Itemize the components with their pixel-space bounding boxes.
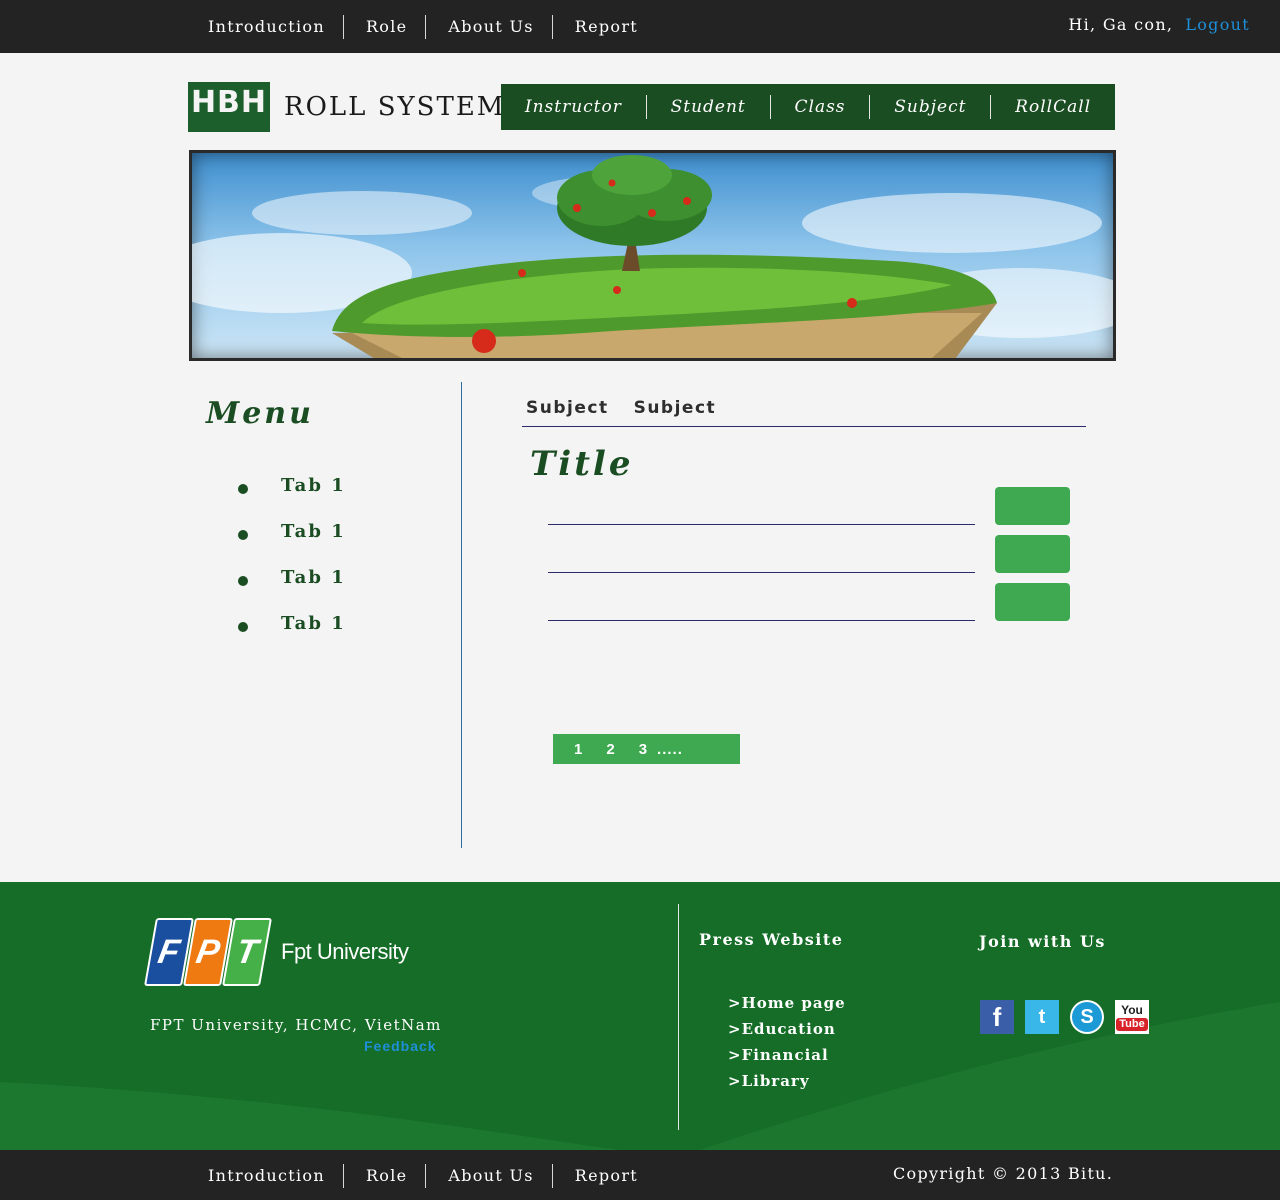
twitter-icon[interactable]: t — [1025, 1000, 1059, 1034]
fpt-logo[interactable]: F P T Fpt University — [144, 918, 409, 986]
youtube-word-tube: Tube — [1116, 1017, 1148, 1031]
footer: F P T Fpt University FPT University, HCM… — [0, 882, 1280, 1150]
copyright-text: Copyright © 2013 Bitu. — [893, 1164, 1114, 1183]
sidebar-item-label: Tab 1 — [281, 474, 346, 496]
press-website-heading: Press Website — [699, 930, 844, 949]
user-greeting: Hi, Ga con, Logout — [1068, 15, 1250, 34]
nav-rollcall[interactable]: RollCall — [990, 95, 1115, 119]
university-address: FPT University, HCMC, VietNam — [150, 1016, 442, 1034]
youtube-icon[interactable]: You Tube — [1115, 1000, 1149, 1034]
pagination: 1 2 3 ..... — [553, 734, 740, 764]
page-3-link[interactable]: 3 — [639, 741, 647, 758]
footer-divider — [678, 904, 679, 1130]
content-row-1 — [548, 524, 975, 525]
bottom-nav-about-us[interactable]: About Us — [425, 1164, 551, 1188]
sidebar-menu: Tab 1 Tab 1 Tab 1 Tab 1 — [238, 462, 346, 646]
greeting-text: Hi, Ga con, — [1068, 15, 1174, 34]
bullet-icon — [238, 576, 248, 586]
press-link-education[interactable]: >Education — [728, 1016, 846, 1042]
floating-island-image — [192, 155, 1113, 358]
sidebar-item-label: Tab 1 — [281, 612, 346, 634]
sidebar-item-tab-1[interactable]: Tab 1 — [238, 462, 346, 508]
logout-link[interactable]: Logout — [1185, 15, 1250, 34]
content-row-2 — [548, 572, 975, 573]
sidebar-item-tab-3[interactable]: Tab 1 — [238, 554, 346, 600]
social-links: f t S You Tube — [980, 1000, 1160, 1034]
more-pages-indicator[interactable]: ..... — [657, 741, 683, 758]
breadcrumb-item[interactable]: Subject — [526, 398, 609, 418]
join-heading: Join with Us — [979, 932, 1106, 951]
row-1-action-button[interactable] — [995, 487, 1070, 525]
main-nav: Instructor Student Class Subject RollCal… — [501, 84, 1115, 130]
bottom-bar: Introduction Role About Us Report Copyri… — [0, 1150, 1280, 1200]
logo-mark-text: HBH — [190, 85, 268, 120]
breadcrumb-divider — [522, 426, 1086, 427]
press-link-financial[interactable]: >Financial — [728, 1042, 846, 1068]
top-nav-role[interactable]: Role — [342, 15, 425, 39]
sidebar-item-label: Tab 1 — [281, 566, 346, 588]
breadcrumb: Subject Subject — [526, 398, 741, 418]
press-link-library[interactable]: >Library — [728, 1068, 846, 1094]
content-row-3 — [548, 620, 975, 621]
content-divider — [461, 382, 462, 848]
nav-class[interactable]: Class — [769, 95, 870, 119]
nav-student[interactable]: Student — [645, 95, 770, 119]
nav-instructor[interactable]: Instructor — [501, 95, 646, 119]
page-2-link[interactable]: 2 — [606, 741, 614, 758]
sidebar-title: Menu — [206, 396, 314, 431]
feedback-link[interactable]: Feedback — [364, 1038, 437, 1054]
sidebar-item-tab-4[interactable]: Tab 1 — [238, 600, 346, 646]
bottom-nav-introduction[interactable]: Introduction — [190, 1164, 343, 1188]
press-link-home[interactable]: >Home page — [728, 990, 846, 1016]
university-name: Fpt University — [281, 939, 409, 964]
skype-icon[interactable]: S — [1070, 1000, 1104, 1034]
top-bar: Introduction Role About Us Report Hi, Ga… — [0, 0, 1280, 53]
bottom-nav-role[interactable]: Role — [342, 1164, 425, 1188]
hero-banner — [189, 150, 1116, 361]
row-3-action-button[interactable] — [995, 583, 1070, 621]
bullet-icon — [238, 622, 248, 632]
youtube-word-you: You — [1121, 1002, 1143, 1017]
site-title: ROLL SYSTEM — [284, 92, 506, 122]
bullet-icon — [238, 484, 248, 494]
row-2-action-button[interactable] — [995, 535, 1070, 573]
site-logo[interactable]: HBH ROLL SYSTEM — [188, 82, 505, 132]
sidebar-item-tab-2[interactable]: Tab 1 — [238, 508, 346, 554]
page-1-link[interactable]: 1 — [574, 741, 582, 758]
press-links: >Home page >Education >Financial >Librar… — [728, 990, 846, 1094]
top-nav: Introduction Role About Us Report — [190, 15, 656, 39]
sidebar-item-label: Tab 1 — [281, 520, 346, 542]
bottom-nav: Introduction Role About Us Report — [190, 1164, 656, 1188]
hbh-logo-mark: HBH — [188, 82, 270, 132]
breadcrumb-item[interactable]: Subject — [634, 398, 717, 418]
nav-subject[interactable]: Subject — [869, 95, 990, 119]
skype-glyph: S — [1072, 1002, 1102, 1032]
bullet-icon — [238, 530, 248, 540]
top-nav-introduction[interactable]: Introduction — [190, 15, 343, 39]
page-title: Title — [530, 444, 634, 484]
bottom-nav-report[interactable]: Report — [551, 1164, 656, 1188]
top-nav-about-us[interactable]: About Us — [425, 15, 551, 39]
facebook-icon[interactable]: f — [980, 1000, 1014, 1034]
top-nav-report[interactable]: Report — [551, 15, 656, 39]
